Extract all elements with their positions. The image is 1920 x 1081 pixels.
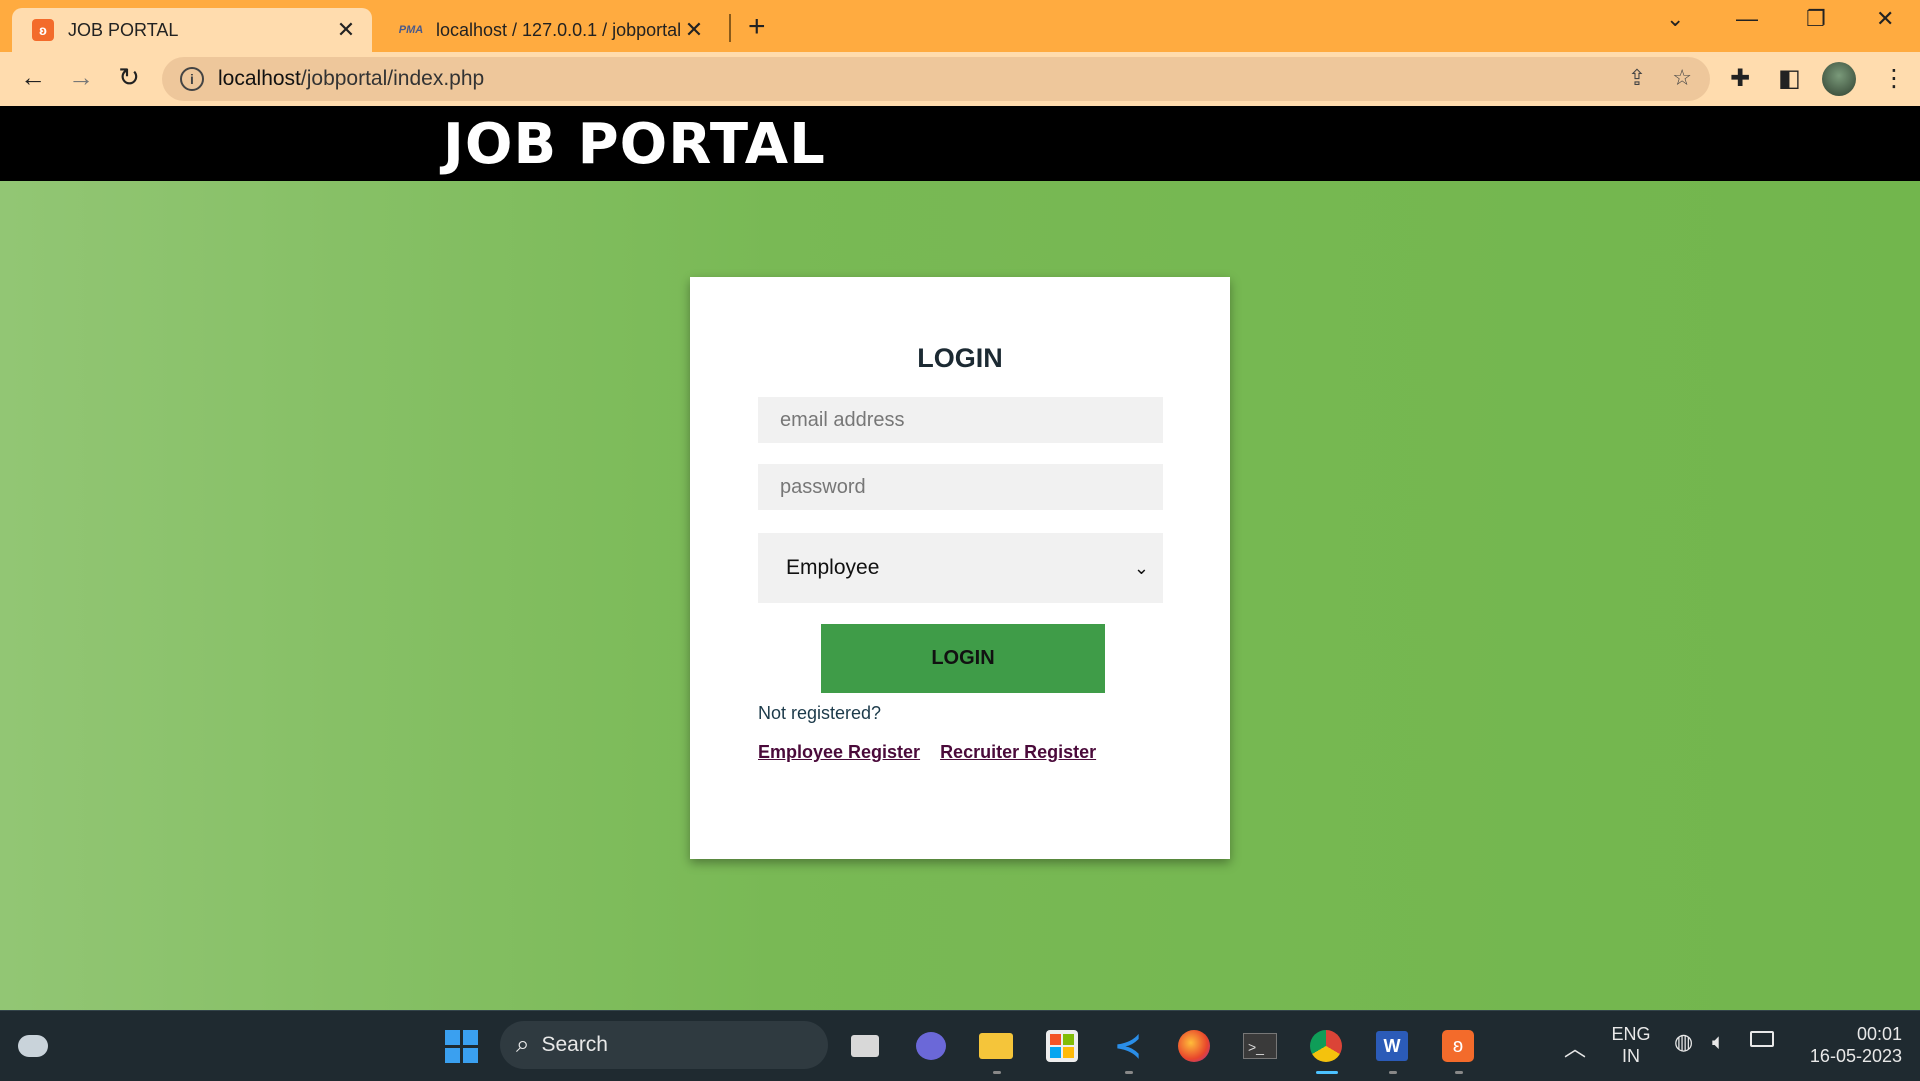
taskbar-search[interactable]: ⌕ Search — [500, 1021, 828, 1069]
terminal-icon[interactable]: >_ — [1239, 1025, 1281, 1067]
tab-title: JOB PORTAL — [68, 19, 179, 40]
browser-tab-bar: ʚ JOB PORTAL ✕ PMA localhost / 127.0.0.1… — [0, 0, 1920, 52]
address-bar[interactable]: i localhost/jobportal/index.php ⇪ ☆ — [162, 57, 1710, 101]
role-select[interactable]: Employee ⌄ — [758, 533, 1163, 603]
forward-icon[interactable]: → — [64, 62, 98, 93]
back-icon[interactable]: ← — [16, 62, 50, 93]
role-select-value: Employee — [786, 556, 880, 579]
battery-icon[interactable] — [1750, 1031, 1774, 1047]
chevron-down-icon: ⌄ — [1133, 557, 1149, 578]
clock[interactable]: 00:01 16-05-2023 — [1790, 1023, 1902, 1067]
vscode-icon[interactable]: ≺ — [1107, 1025, 1149, 1067]
xampp-icon[interactable]: ʚ — [1437, 1025, 1479, 1067]
tab-separator — [729, 14, 731, 42]
region-code: IN — [1622, 1046, 1640, 1066]
search-label: Search — [541, 1033, 608, 1056]
tab-title: localhost / 127.0.0.1 / jobportal / — [436, 19, 682, 40]
url-text[interactable]: localhost/jobportal/index.php — [218, 67, 484, 91]
tab-phpmyadmin[interactable]: PMA localhost / 127.0.0.1 / jobportal / … — [380, 8, 720, 52]
login-card: LOGIN Employee ⌄ LOGIN Not registered? E… — [690, 277, 1230, 859]
active-indicator — [1316, 1071, 1338, 1074]
email-field[interactable] — [758, 397, 1163, 443]
running-indicator — [1125, 1071, 1133, 1074]
browser-toolbar: ← → ↻ i localhost/jobportal/index.php ⇪ … — [0, 52, 1920, 107]
file-explorer-icon[interactable] — [975, 1025, 1017, 1067]
clock-date: 16-05-2023 — [1809, 1046, 1902, 1066]
chrome-icon[interactable] — [1305, 1025, 1347, 1067]
not-registered-text: Not registered? — [758, 703, 882, 723]
microsoft-store-icon[interactable] — [1041, 1025, 1083, 1067]
profile-avatar[interactable] — [1822, 62, 1856, 96]
close-tab-icon[interactable]: ✕ — [682, 17, 706, 43]
phpmyadmin-favicon-icon: PMA — [398, 24, 424, 36]
site-header: JOB PORTAL — [0, 106, 1920, 181]
network-globe-icon[interactable]: ◍ — [1674, 1029, 1693, 1055]
clock-time: 00:01 — [1856, 1024, 1902, 1044]
firefox-icon[interactable] — [1173, 1025, 1215, 1067]
browser-menu-icon[interactable]: ⋮ — [1882, 64, 1906, 93]
login-heading: LOGIN — [917, 343, 1003, 373]
login-button[interactable]: LOGIN — [821, 624, 1105, 693]
recruiter-register-link[interactable]: Recruiter Register — [940, 742, 1096, 763]
windows-start-icon[interactable] — [440, 1025, 482, 1067]
xampp-favicon-icon: ʚ — [32, 19, 54, 41]
extensions-puzzle-icon[interactable]: ✚ — [1730, 64, 1750, 93]
register-links: Employee Register Recruiter Register — [758, 742, 1096, 763]
weather-icon[interactable] — [12, 1025, 54, 1067]
restore-icon[interactable]: ❐ — [1806, 6, 1826, 32]
employee-register-link[interactable]: Employee Register — [758, 742, 920, 763]
running-indicator — [993, 1071, 1001, 1074]
volume-icon[interactable]: 🔈︎ — [1712, 1029, 1725, 1055]
password-field[interactable] — [758, 464, 1163, 510]
minimize-icon[interactable]: — — [1736, 6, 1758, 32]
bookmark-star-icon[interactable]: ☆ — [1672, 65, 1692, 91]
share-icon[interactable]: ⇪ — [1628, 65, 1646, 91]
taskbar: ⌕ Search ≺ >_ W ʚ ︿ ENG IN ◍ 🔈︎ 00:01 16… — [0, 1010, 1920, 1081]
language-code: ENG — [1611, 1024, 1651, 1044]
reload-icon[interactable]: ↻ — [112, 62, 146, 93]
new-tab-icon[interactable]: + — [748, 10, 766, 44]
running-indicator — [1455, 1071, 1463, 1074]
tab-job-portal[interactable]: ʚ JOB PORTAL ✕ — [12, 8, 372, 52]
running-indicator — [1389, 1071, 1397, 1074]
word-icon[interactable]: W — [1371, 1025, 1413, 1067]
show-hidden-icons-chevron-icon[interactable]: ︿ — [1564, 1031, 1586, 1063]
close-window-icon[interactable]: ✕ — [1876, 6, 1894, 32]
site-info-icon[interactable]: i — [180, 67, 204, 91]
teams-chat-icon[interactable] — [910, 1025, 952, 1067]
side-panel-icon[interactable]: ◧ — [1778, 64, 1801, 93]
language-indicator[interactable]: ENG IN — [1606, 1023, 1656, 1067]
site-title: JOB PORTAL — [443, 112, 826, 177]
task-view-icon[interactable] — [844, 1025, 886, 1067]
search-icon: ⌕ — [516, 1031, 530, 1058]
tab-search-chevron-icon[interactable]: ⌄ — [1666, 6, 1684, 32]
close-tab-icon[interactable]: ✕ — [334, 17, 358, 43]
